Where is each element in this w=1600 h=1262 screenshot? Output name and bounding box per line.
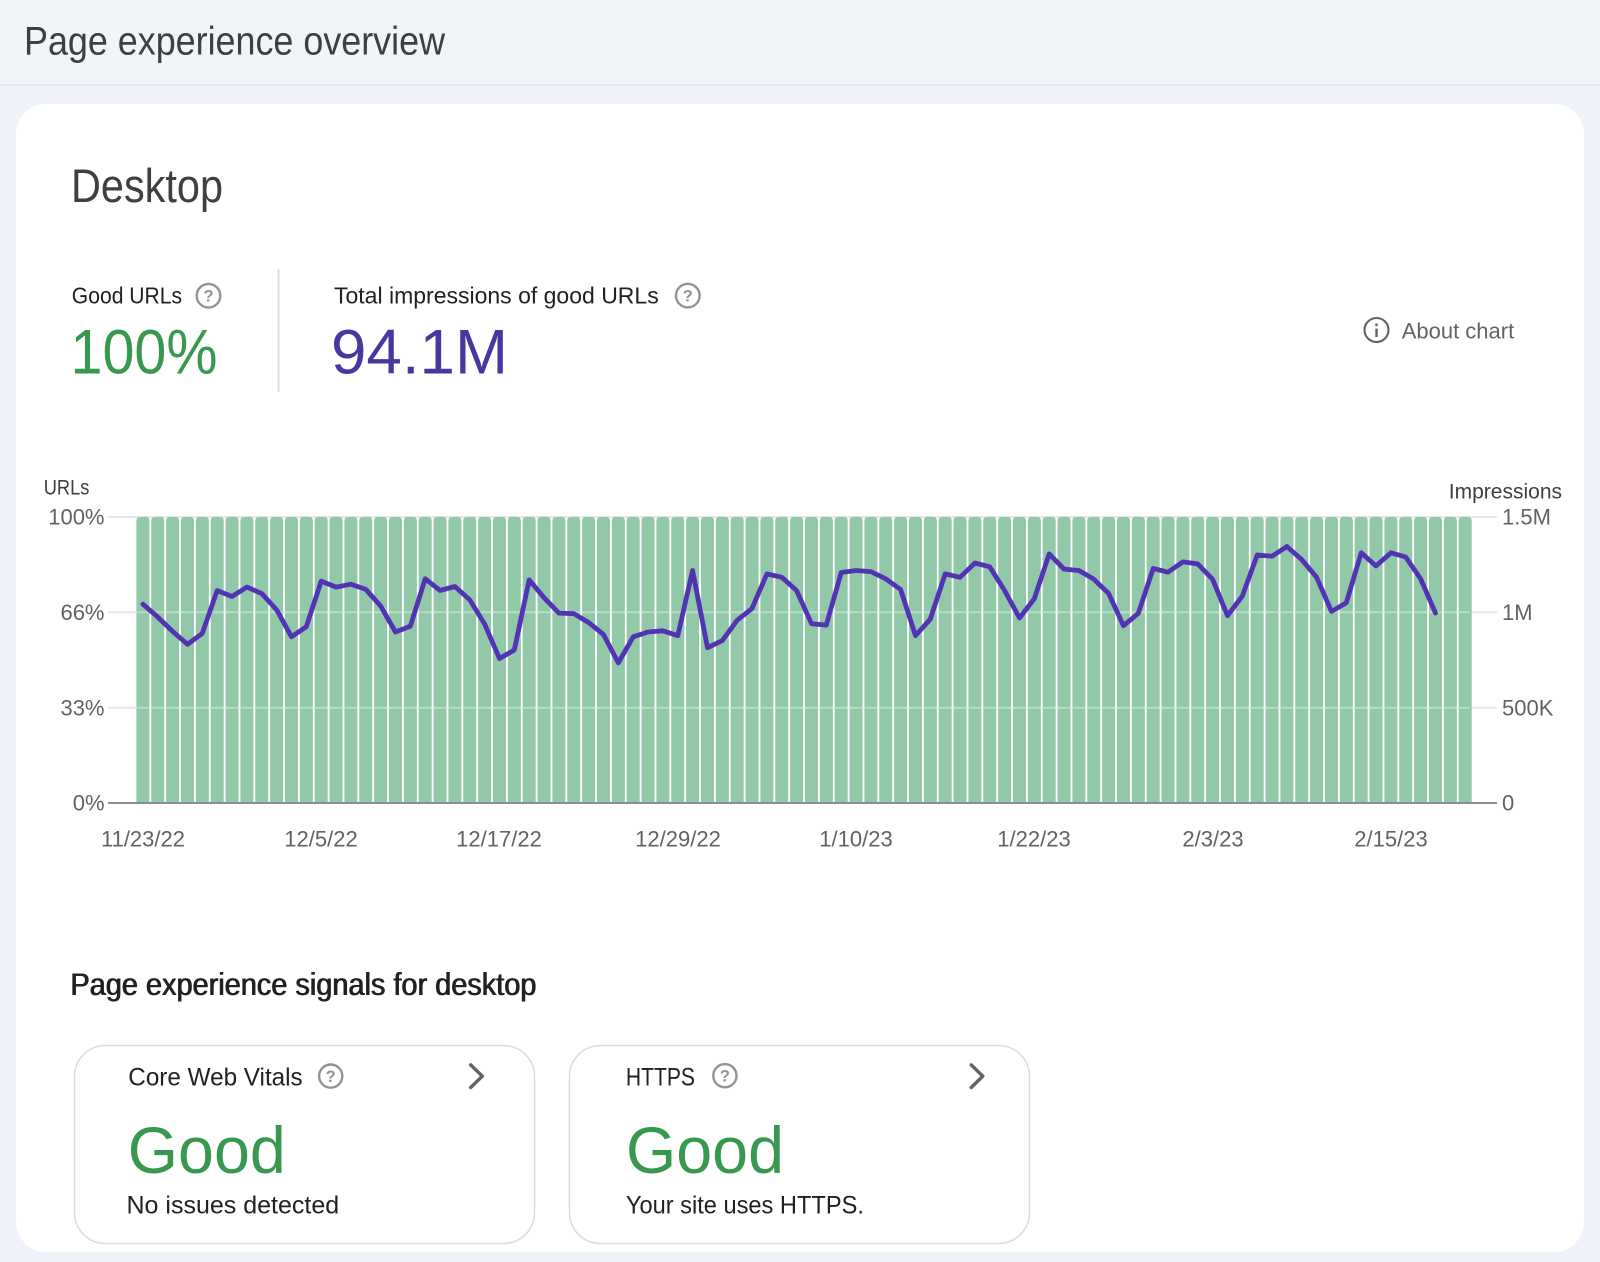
svg-text:33%: 33% [60, 695, 104, 720]
svg-text:Good: Good [128, 1113, 286, 1187]
svg-text:1/22/23: 1/22/23 [997, 827, 1070, 852]
svg-text:Desktop: Desktop [71, 159, 223, 212]
svg-text:?: ? [683, 288, 693, 306]
svg-text:Impressions: Impressions [1449, 481, 1562, 504]
svg-text:94.1M: 94.1M [331, 318, 508, 388]
svg-text:Good: Good [626, 1113, 784, 1187]
svg-text:Your site uses HTTPS.: Your site uses HTTPS. [626, 1192, 864, 1220]
svg-text:0: 0 [1502, 791, 1514, 816]
svg-text:?: ? [203, 288, 213, 306]
svg-text:1.5M: 1.5M [1502, 505, 1551, 530]
svg-text:URLs: URLs [44, 476, 90, 499]
svg-text:12/29/22: 12/29/22 [635, 827, 721, 852]
svg-text:?: ? [326, 1068, 336, 1086]
svg-text:66%: 66% [60, 600, 104, 625]
svg-text:2/15/23: 2/15/23 [1354, 827, 1427, 852]
svg-text:0%: 0% [73, 791, 105, 816]
svg-text:12/5/22: 12/5/22 [284, 827, 357, 852]
svg-text:Good URLs: Good URLs [72, 283, 182, 309]
svg-text:1/10/23: 1/10/23 [819, 827, 892, 852]
svg-text:?: ? [720, 1068, 730, 1086]
svg-text:12/17/22: 12/17/22 [456, 827, 542, 852]
svg-text:Core Web Vitals: Core Web Vitals [128, 1064, 302, 1092]
svg-text:500K: 500K [1502, 695, 1554, 720]
svg-text:Total impressions of good URLs: Total impressions of good URLs [334, 283, 659, 309]
svg-text:About chart: About chart [1402, 318, 1515, 343]
svg-text:Page experience signals for de: Page experience signals for desktop [71, 966, 537, 1002]
svg-text:100%: 100% [48, 505, 104, 530]
svg-text:Page experience overview: Page experience overview [24, 20, 445, 64]
svg-text:HTTPS: HTTPS [626, 1064, 695, 1092]
svg-text:2/3/23: 2/3/23 [1182, 827, 1243, 852]
svg-text:No issues detected: No issues detected [127, 1192, 340, 1220]
svg-text:1M: 1M [1502, 600, 1533, 625]
svg-text:100%: 100% [71, 318, 218, 388]
svg-text:11/23/22: 11/23/22 [101, 827, 185, 852]
